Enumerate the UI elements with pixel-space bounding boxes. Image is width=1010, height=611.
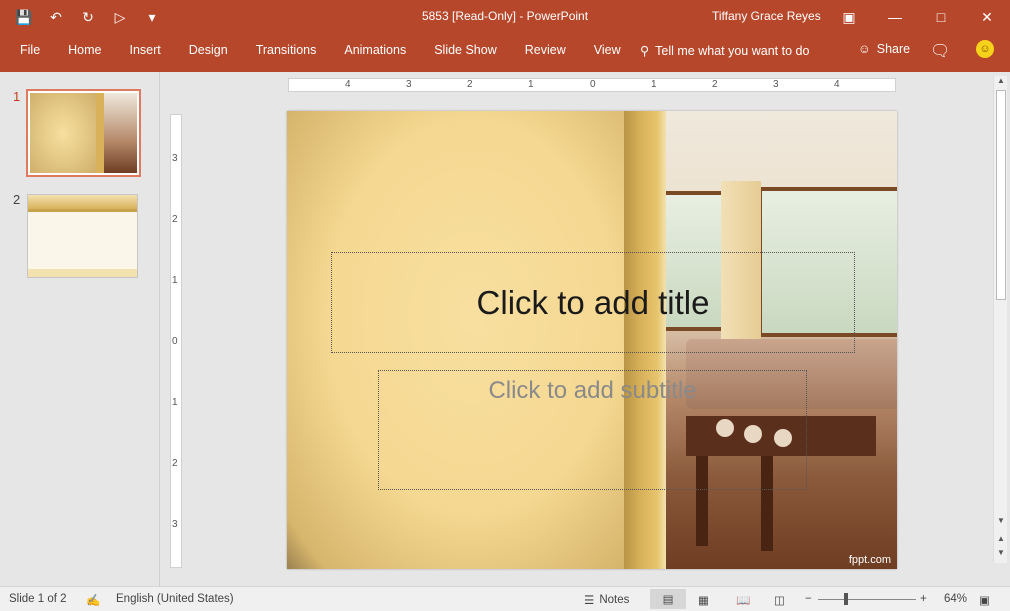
reading-view-icon[interactable]: 📖 [736, 593, 750, 607]
ruler-label: 3 [172, 519, 178, 530]
tab-animations[interactable]: Animations [330, 34, 420, 66]
ruler-label: 1 [651, 79, 657, 90]
horizontal-ruler: 4 3 2 1 0 1 2 3 4 [288, 78, 896, 92]
ruler-label: 1 [528, 79, 534, 90]
zoom-level[interactable]: 64% [944, 593, 967, 605]
comments-icon[interactable]: 🗨 [930, 41, 950, 61]
ruler-label: 0 [172, 336, 178, 347]
ruler-label: 1 [172, 397, 178, 408]
brand-watermark: fppt.com [848, 554, 891, 566]
close-icon[interactable]: ✕ [964, 0, 1010, 34]
notes-label: Notes [599, 594, 630, 606]
tab-slide-show[interactable]: Slide Show [420, 34, 511, 66]
tab-file[interactable]: File [6, 34, 54, 66]
slide-counter: Slide 1 of 2 [9, 593, 67, 605]
tab-view[interactable]: View [580, 34, 635, 66]
scrollbar-thumb[interactable] [996, 90, 1006, 300]
maximize-icon[interactable]: □ [918, 0, 964, 34]
person-icon: ☺ [858, 42, 871, 56]
tab-transitions[interactable]: Transitions [242, 34, 331, 66]
vertical-scrollbar[interactable]: ▲ ▼ ▲ ▼ [993, 76, 1007, 563]
scroll-up-icon[interactable]: ▲ [994, 76, 1008, 85]
slide-thumbnail-pane: 1 2 [0, 72, 160, 586]
ruler-label: 4 [345, 79, 351, 90]
title-placeholder[interactable]: Click to add title [331, 252, 855, 353]
ruler-label: 4 [834, 79, 840, 90]
tell-me-box[interactable]: ⚲ Tell me what you want to do [640, 43, 810, 59]
ruler-label: 2 [172, 214, 178, 225]
ruler-label: 3 [773, 79, 779, 90]
tab-review[interactable]: Review [511, 34, 580, 66]
ruler-label: 0 [590, 79, 596, 90]
slide-sorter-icon[interactable]: ▦ [698, 593, 709, 607]
vertical-ruler: 3 2 1 0 1 2 3 [170, 114, 182, 568]
ruler-label: 2 [712, 79, 718, 90]
feedback-smiley-icon[interactable]: ☺ [976, 40, 994, 58]
thumbnail-number: 2 [13, 192, 21, 207]
tell-me-label: Tell me what you want to do [655, 43, 810, 58]
spell-check-icon[interactable]: ✍ [86, 593, 100, 607]
slideshow-view-icon[interactable]: ◫ [774, 593, 785, 607]
minimize-icon[interactable]: — [872, 0, 918, 34]
scroll-down-icon[interactable]: ▼ [994, 516, 1008, 525]
slide-canvas[interactable]: Click to add title Click to add subtitle… [287, 111, 897, 569]
slide-thumbnail-2[interactable] [27, 194, 138, 278]
notes-button[interactable]: ☰ Notes [584, 593, 629, 607]
ribbon: File Home Insert Design Transitions Anim… [0, 34, 1010, 72]
share-label: Share [876, 42, 911, 56]
slide-thumbnail-1[interactable] [26, 89, 141, 177]
window-controls: ▣ — □ ✕ [826, 0, 1010, 34]
status-bar: Slide 1 of 2 ✍ English (United States) ☰… [0, 586, 1010, 611]
normal-view-icon[interactable]: ▤ [650, 589, 686, 609]
ruler-label: 2 [172, 458, 178, 469]
tab-design[interactable]: Design [175, 34, 242, 66]
fit-slide-icon[interactable]: ▣ [979, 593, 990, 607]
next-slide-icon[interactable]: ▼ [994, 548, 1008, 557]
subtitle-placeholder[interactable]: Click to add subtitle [378, 370, 807, 490]
ruler-label: 3 [172, 153, 178, 164]
share-button[interactable]: ☺ Share [858, 42, 910, 56]
user-name[interactable]: Tiffany Grace Reyes [712, 9, 821, 23]
ruler-label: 3 [406, 79, 412, 90]
zoom-slider[interactable] [818, 599, 916, 600]
ribbon-tabs: File Home Insert Design Transitions Anim… [6, 34, 635, 66]
ribbon-display-options-icon[interactable]: ▣ [826, 0, 872, 34]
language-indicator[interactable]: English (United States) [116, 593, 234, 605]
ruler-label: 2 [467, 79, 473, 90]
title-bar: 💾 ↶ ↻ ▷ ▾ 5853 [Read-Only] - PowerPoint … [0, 0, 1010, 34]
ruler-label: 1 [172, 275, 178, 286]
notes-icon: ☰ [584, 595, 595, 607]
tab-insert[interactable]: Insert [116, 34, 175, 66]
previous-slide-icon[interactable]: ▲ [994, 534, 1008, 543]
zoom-out-icon[interactable]: − [805, 593, 812, 605]
lightbulb-icon: ⚲ [640, 44, 650, 58]
tab-home[interactable]: Home [54, 34, 115, 66]
zoom-slider-knob[interactable] [844, 593, 848, 605]
zoom-in-icon[interactable]: + [920, 593, 927, 605]
thumbnail-number: 1 [13, 89, 21, 104]
